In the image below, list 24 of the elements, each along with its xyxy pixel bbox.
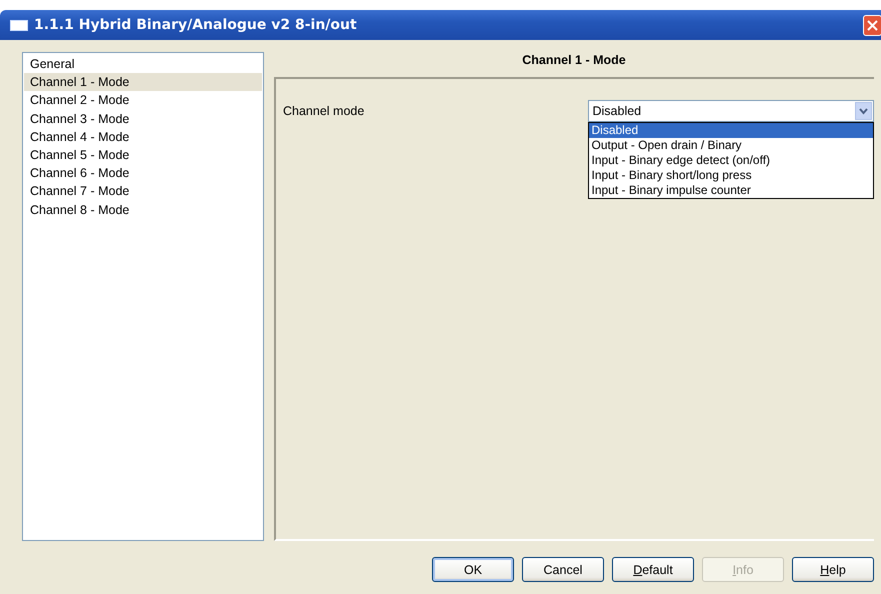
sidebar-item[interactable]: Channel 3 - Mode [24, 110, 262, 128]
dropdown-option[interactable]: Disabled [589, 123, 874, 138]
panel-title: Channel 1 - Mode [522, 52, 626, 69]
dialog-button[interactable]: OK [432, 557, 514, 582]
sidebar-item[interactable]: Channel 8 - Mode [24, 200, 262, 219]
sidebar-item[interactable]: Channel 6 - Mode [24, 164, 262, 182]
dialog-button[interactable]: Help [792, 557, 874, 582]
sidebar-item[interactable]: Channel 4 - Mode [24, 128, 262, 146]
dropdown-option[interactable]: Input - Binary short/long press [589, 168, 874, 183]
dialog-button[interactable]: Default [612, 557, 694, 582]
sidebar-item[interactable]: Channel 1 - Mode [24, 73, 262, 92]
sidebar-item[interactable]: Channel 2 - Mode [24, 91, 262, 110]
window-title: 1.1.1 Hybrid Binary/Analogue v2 8-in/out [34, 17, 358, 33]
field-label: Channel mode [283, 103, 366, 120]
dropdown-option[interactable]: Output - Open drain / Binary [589, 138, 874, 153]
sidebar-item[interactable]: Channel 5 - Mode [24, 146, 262, 164]
close-icon [867, 20, 878, 30]
sidebar-item[interactable]: General [24, 55, 262, 74]
dropdown-option[interactable]: Input - Binary impulse counter [589, 183, 874, 198]
dialog-button[interactable]: Cancel [522, 557, 604, 582]
dropdown-option[interactable]: Input - Binary edge detect (on/off) [589, 153, 874, 168]
sidebar-item[interactable]: Channel 7 - Mode [24, 182, 262, 200]
close-button[interactable] [863, 14, 881, 36]
window-icon [10, 20, 28, 30]
